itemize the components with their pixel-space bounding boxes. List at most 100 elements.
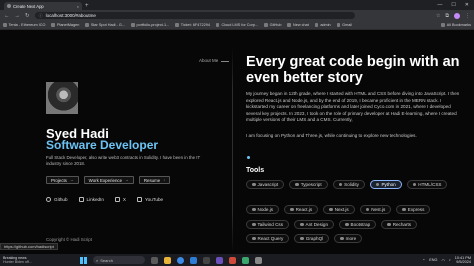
- tool-chip[interactable]: Tailwind Css: [246, 220, 290, 229]
- tool-chip[interactable]: HTML/CSS: [406, 180, 448, 189]
- bookmarks-bar: Tenta - Ethereum ICO PlanetMagen Star Sp…: [0, 21, 474, 30]
- language-indicator[interactable]: ENG: [429, 258, 437, 262]
- tool-chip-active[interactable]: Python: [369, 180, 402, 189]
- download-icon: ↓: [163, 178, 166, 182]
- resume-button[interactable]: Resume ↓: [138, 176, 171, 184]
- arrow-right-icon: →: [125, 178, 129, 182]
- tool-chip[interactable]: Next.js: [323, 205, 355, 214]
- github-link[interactable]: Github: [46, 197, 68, 202]
- bookmark-item[interactable]: Tenta - Ethereum ICO: [3, 23, 45, 27]
- close-window-icon[interactable]: ✕: [465, 2, 469, 8]
- new-tab-button[interactable]: +: [85, 3, 89, 9]
- bookmark-item[interactable]: PlanetMagen: [51, 23, 79, 27]
- all-bookmarks-button[interactable]: All Bookmarks: [441, 23, 471, 27]
- bookmark-item[interactable]: Ticket: 6F472294: [175, 23, 210, 27]
- youtube-icon: [137, 197, 142, 202]
- tool-chip[interactable]: React.js: [284, 205, 319, 214]
- star-icon[interactable]: ☆: [436, 13, 440, 19]
- tool-chip[interactable]: Javascript: [246, 180, 285, 189]
- app-icon[interactable]: [242, 256, 249, 264]
- projects-button[interactable]: Projects →: [46, 176, 79, 184]
- tool-chip[interactable]: Ant Design: [294, 220, 335, 229]
- url-input[interactable]: ⓘ localhost:3000/#aboutme: [34, 12, 355, 19]
- back-icon[interactable]: ←: [4, 13, 10, 19]
- bookmark-icon: [175, 23, 179, 27]
- forward-icon[interactable]: →: [15, 13, 21, 19]
- bookmark-item[interactable]: Gmail: [336, 23, 352, 27]
- profile-photo: [46, 82, 78, 114]
- app-icon[interactable]: [229, 256, 236, 264]
- bookmark-item[interactable]: admin: [314, 23, 331, 27]
- menu-icon[interactable]: ⋮: [465, 13, 470, 19]
- file-explorer-icon[interactable]: [164, 256, 171, 264]
- browser-tab-bar: Create Next App × + — ☐ ✕: [0, 0, 474, 10]
- app-icon[interactable]: [255, 256, 262, 264]
- reload-icon[interactable]: ↻: [25, 13, 30, 19]
- bookmark-icon: [85, 23, 89, 27]
- profile-avatar[interactable]: [454, 12, 460, 19]
- x-icon: [114, 197, 120, 202]
- maximize-icon[interactable]: ☐: [451, 2, 455, 8]
- tool-chip[interactable]: Typescript: [289, 180, 328, 189]
- nextjs-icon: [329, 207, 333, 212]
- vscode-icon[interactable]: [190, 256, 197, 264]
- minimize-icon[interactable]: —: [437, 2, 442, 8]
- bookmark-item[interactable]: New chat: [287, 23, 309, 27]
- tool-chip[interactable]: Nest.js: [359, 205, 392, 214]
- taskbar-search[interactable]: ⌕ Search: [93, 256, 145, 264]
- bookmark-icon: [314, 23, 319, 27]
- tool-chip[interactable]: Solidity: [332, 180, 365, 189]
- bookmark-icon: [131, 23, 135, 27]
- nodejs-icon: [252, 207, 256, 212]
- story-headline: Every great code begin with an even bett…: [246, 54, 460, 86]
- tool-chip[interactable]: Bootstrap: [339, 220, 377, 229]
- bookmark-icon: [336, 23, 341, 27]
- favicon-icon: [7, 4, 11, 8]
- work-experience-button[interactable]: Work Experience →: [83, 176, 134, 184]
- window-controls: — ☐ ✕: [437, 2, 474, 8]
- react-query-icon: [252, 236, 256, 241]
- linkedin-link[interactable]: LinkedIn: [78, 197, 104, 202]
- app-icon[interactable]: [216, 256, 223, 264]
- tool-chip[interactable]: Recharts: [381, 220, 418, 229]
- bookmark-icon: [215, 23, 220, 27]
- tools-heading: Tools: [246, 167, 265, 174]
- tool-chip[interactable]: GraphQl: [294, 234, 330, 243]
- tool-chip[interactable]: Node.js: [246, 205, 280, 214]
- bookmark-item[interactable]: GitHub: [264, 23, 281, 27]
- wifi-icon[interactable]: ◠: [442, 258, 445, 263]
- nestjs-icon: [365, 207, 370, 212]
- x-link[interactable]: X: [114, 197, 126, 202]
- tool-chip[interactable]: React Query: [246, 234, 290, 243]
- more-tools-button[interactable]: more: [334, 234, 363, 243]
- chrome-icon[interactable]: [177, 256, 184, 264]
- tools-row: Tailwind Css Ant Design Bootstrap Rechar…: [246, 220, 466, 229]
- linkedin-icon: [78, 197, 84, 202]
- bookmark-item[interactable]: Star Spot Hadi - G...: [85, 23, 125, 27]
- extensions-icon[interactable]: ⧉: [445, 13, 449, 19]
- site-info-icon[interactable]: ⓘ: [39, 13, 43, 19]
- news-widget[interactable]: Breaking news Hunter Biden off...: [3, 256, 32, 264]
- story-paragraph-2: I am focusing on Python and Three.js, wh…: [246, 133, 417, 138]
- tool-chip[interactable]: Express: [396, 205, 431, 214]
- copyright-text: Copyright © Hadi Script: [46, 237, 92, 242]
- volume-icon[interactable]: ♪: [449, 258, 451, 262]
- about-me-nav-link[interactable]: About Me: [199, 58, 218, 63]
- system-tray: ⌃ ENG ◠ ♪ 10:41 PM 9/5/2024: [422, 256, 471, 264]
- tab-title: Create Next App: [13, 3, 44, 9]
- chevron-up-icon[interactable]: ⌃: [422, 258, 425, 263]
- browser-tab[interactable]: Create Next App ×: [4, 2, 82, 10]
- solidity-icon: [338, 182, 343, 187]
- vertical-divider: [232, 48, 233, 254]
- windows-start-icon[interactable]: [80, 256, 87, 264]
- recharts-icon: [387, 222, 391, 227]
- clock[interactable]: 10:41 PM 9/5/2024: [455, 256, 471, 264]
- url-text: localhost:3000/#aboutme: [45, 13, 96, 18]
- tailwind-icon: [252, 222, 256, 227]
- task-view-icon[interactable]: [151, 256, 158, 264]
- bookmark-item[interactable]: portfolio-project-1...: [131, 23, 169, 27]
- youtube-link[interactable]: YouTube: [137, 197, 163, 202]
- close-tab-icon[interactable]: ×: [77, 4, 79, 9]
- terminal-icon[interactable]: [203, 256, 210, 264]
- bookmark-item[interactable]: Cloud LMS for Corp...: [215, 23, 258, 27]
